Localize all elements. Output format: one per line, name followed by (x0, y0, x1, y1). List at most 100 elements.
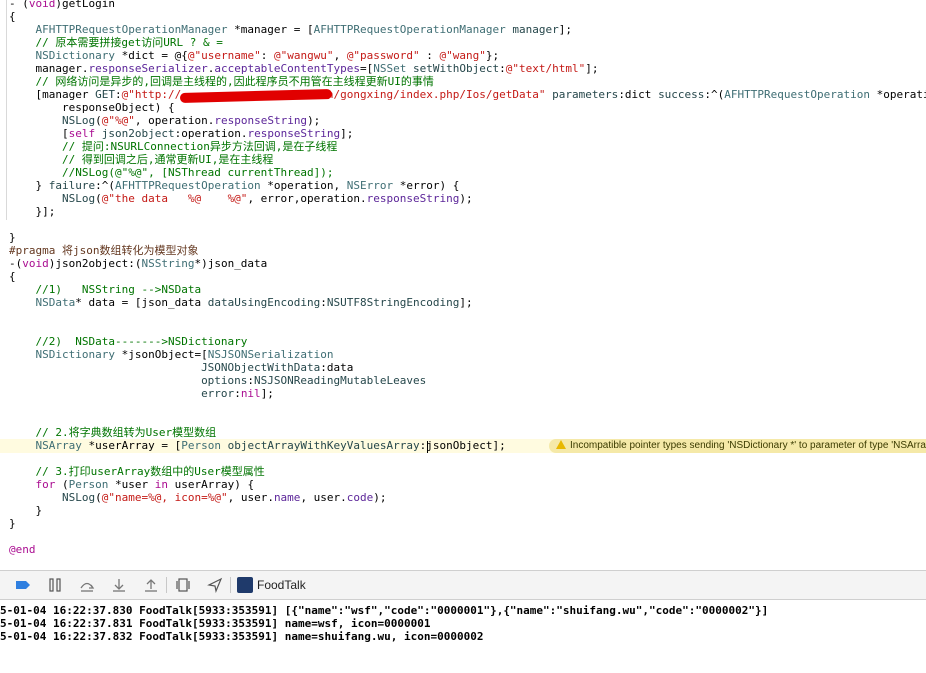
code-token: failure (48, 179, 96, 192)
code-editor[interactable]: - (void)getLogin { AFHTTPRequestOperation… (0, 0, 926, 568)
code-token: void (28, 0, 56, 10)
code-token: #pragma 将json数组转化为模型对象 (9, 244, 199, 257)
code-token: )getLogin (55, 0, 115, 10)
code-token: for (35, 478, 56, 491)
code-token: )json2object:( (48, 257, 142, 270)
code-line: // 提问:NSURLConnection异步方法回调,是在子线程 (9, 140, 337, 153)
code-token: *)json_data (194, 257, 268, 270)
step-into-icon[interactable] (110, 577, 128, 593)
code-line: } failure:^(AFHTTPRequestOperation *oper… (9, 179, 459, 192)
console-output[interactable]: 5-01-04 16:22:37.830 FoodTalk[5933:35359… (0, 600, 926, 673)
code-token: , operation. (134, 114, 215, 127)
code-token: AFHTTPRequestOperationManager (313, 23, 506, 36)
code-token: NSString (141, 257, 195, 270)
code-line: [self json2object:operation.responseStri… (9, 127, 353, 140)
code-token: *user (108, 478, 155, 491)
code-token: nil (240, 387, 261, 400)
code-token: *operation, (260, 179, 347, 192)
code-line: NSDictionary *dict = @{@"username": @"wa… (9, 49, 500, 62)
separator (166, 577, 167, 593)
pause-icon[interactable] (46, 577, 64, 593)
code-token: name (273, 491, 301, 504)
code-token: manager. (9, 62, 89, 75)
code-token: @"password" (346, 49, 420, 62)
code-line: // 得到回调之后,通常更新UI,是在主线程 (9, 153, 273, 166)
process-name[interactable]: FoodTalk (257, 577, 306, 593)
code-line: //NSLog(@"%@", [NSThread currentThread])… (9, 166, 334, 179)
code-line: NSData* data = [json_data dataUsingEncod… (9, 296, 473, 309)
code-line: JSONObjectWithData:data (9, 361, 353, 374)
code-token: responseString (214, 114, 308, 127)
code-token: *dict = @{ (114, 49, 188, 62)
code-token: , (333, 49, 347, 62)
code-token: { (9, 10, 16, 23)
code-token: , user. (300, 491, 347, 504)
code-line: error:nil]; (9, 387, 274, 400)
code-token: ( (55, 478, 69, 491)
code-token: } (9, 179, 49, 192)
code-token: , error,operation. (247, 192, 367, 205)
code-line: [manager GET:@"http:// .cn/gongxing/inde… (9, 88, 926, 101)
code-token: responseString (247, 127, 341, 140)
code-line: { (9, 10, 16, 23)
code-token: : (499, 62, 506, 75)
code-token: responseSerializer (88, 62, 208, 75)
code-token: } (9, 504, 43, 517)
code-token: } (9, 517, 16, 530)
code-token: ]; (585, 62, 599, 75)
code-token: userArray) { (167, 478, 255, 491)
code-token: NSLog (61, 491, 96, 504)
code-token: :^( (704, 88, 725, 101)
code-line: NSArray *userArray = [Person objectArray… (9, 439, 506, 452)
code-line: } (9, 504, 42, 517)
step-over-icon[interactable] (78, 577, 96, 593)
code-token: @"%@" (101, 114, 135, 127)
debug-bar: FoodTalk (0, 570, 926, 600)
code-line: NSLog(@"name=%@, icon=%@", user.name, us… (9, 491, 387, 504)
step-out-icon[interactable] (142, 577, 160, 593)
warning-icon (556, 440, 566, 449)
code-token: json2object (101, 127, 175, 140)
code-line: NSDictionary *jsonObject=[NSJSONSerializ… (9, 348, 334, 361)
code-token: AFHTTPRequestOperation (724, 88, 870, 101)
code-line: options:NSJSONReadingMutableLeaves (9, 374, 426, 387)
code-line: AFHTTPRequestOperationManager *manager =… (9, 23, 572, 36)
code-token: [ (9, 127, 69, 140)
code-line: NSLog(@"the data %@ %@", error,operation… (9, 192, 473, 205)
code-line: #pragma 将json数组转化为模型对象 (9, 244, 198, 257)
code-token: AFHTTPRequestOperationManager (35, 23, 228, 36)
code-token: AFHTTPRequestOperation (114, 179, 261, 192)
code-token: responseObject) { (9, 101, 175, 114)
code-line: // 网络访问是异步的,回调是主线程的,因此程序员不用管在主线程更新UI的事情 (9, 75, 434, 88)
view-hierarchy-icon[interactable] (174, 577, 192, 593)
code-token: // 得到回调之后,通常更新UI,是在主线程 (61, 153, 274, 166)
code-token: .cn/gongxing/index.php/Ios/getData" (313, 88, 546, 101)
fold-gutter (6, 0, 7, 220)
code-token: @end (9, 543, 36, 556)
code-token: NSUTF8StringEncoding (326, 296, 460, 309)
code-token: ]; (260, 387, 274, 400)
breakpoints-toggle-icon[interactable] (14, 577, 32, 593)
code-token: ( (95, 114, 102, 127)
code-token: :operation. (174, 127, 248, 140)
code-token: - ( (9, 0, 29, 10)
warning-badge[interactable]: Incompatible pointer types sending 'NSDi… (549, 439, 926, 453)
code-token: self (68, 127, 96, 140)
console-line: 5-01-04 16:22:37.832 FoodTalk[5933:35359… (0, 630, 484, 643)
code-token: options (201, 374, 248, 387)
code-line: //1) NSString -->NSData (9, 283, 202, 296)
location-icon[interactable] (206, 577, 224, 594)
code-token: // 原本需要拼接get访问URL ? & = (35, 36, 223, 49)
code-line: } (9, 517, 16, 530)
code-token: :^( (95, 179, 115, 192)
